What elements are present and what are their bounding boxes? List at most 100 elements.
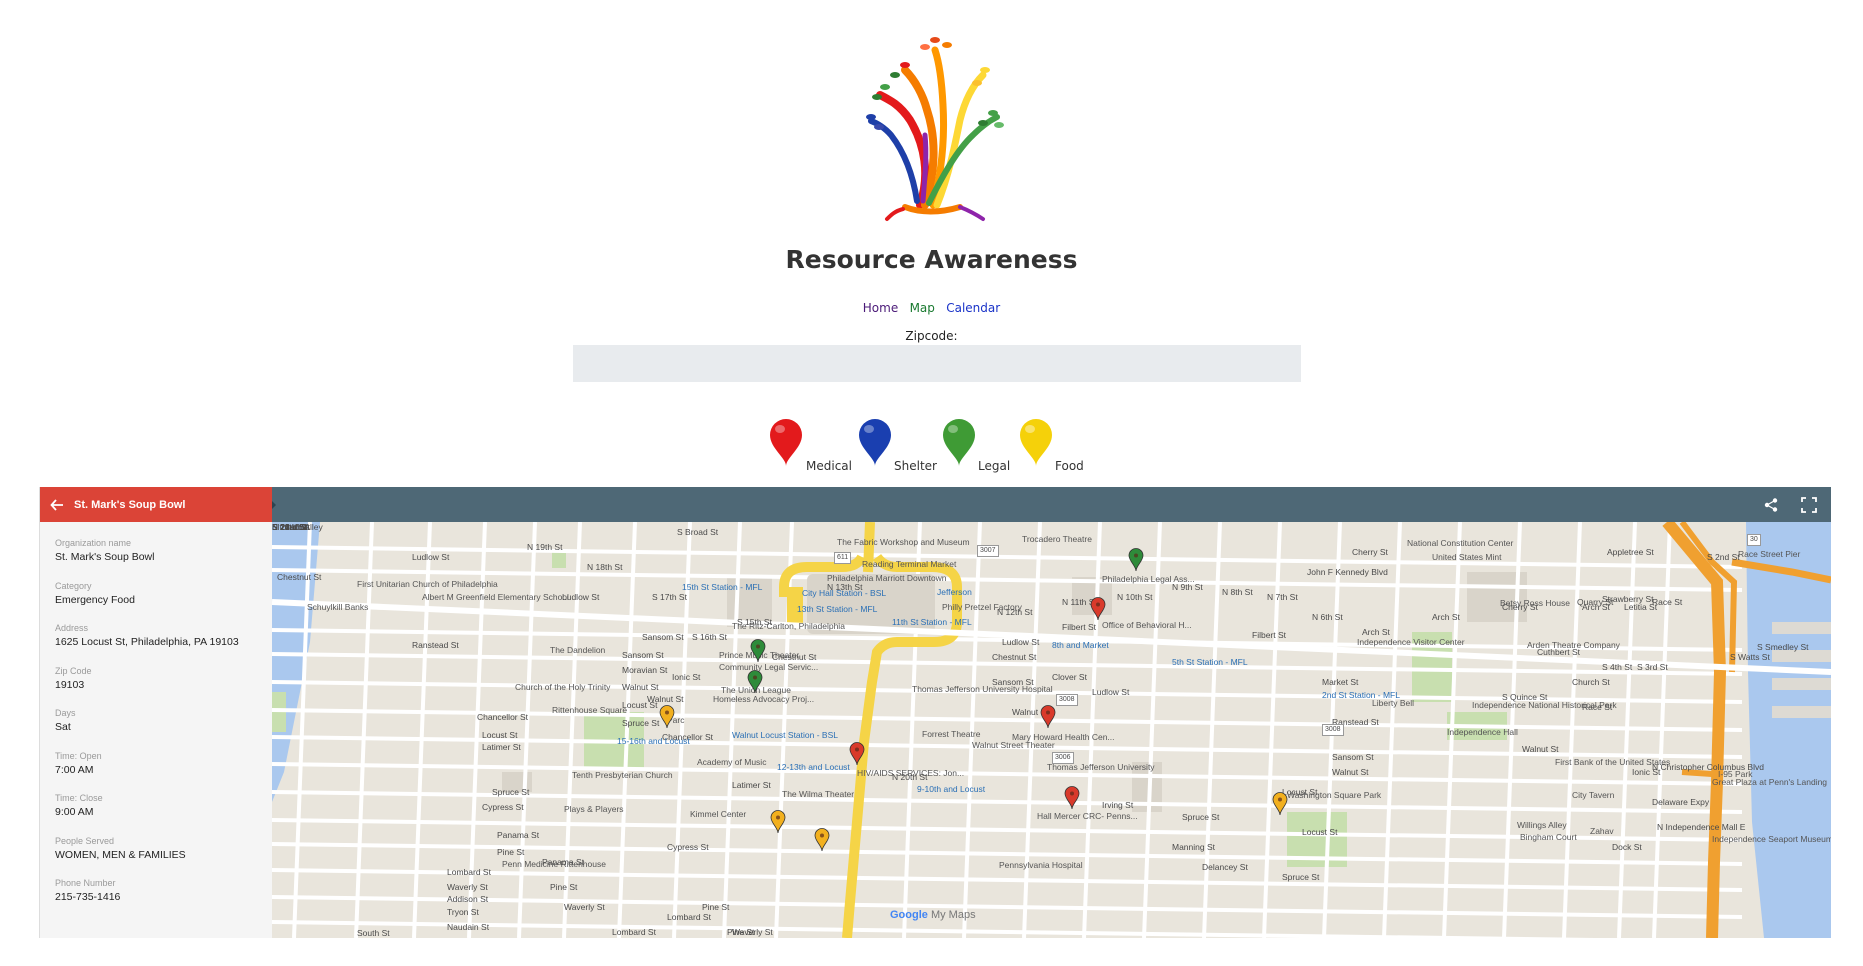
place-label[interactable]: Thomas Jefferson University Hospital <box>912 684 1053 694</box>
street-label: Manning St <box>1172 842 1215 852</box>
place-label[interactable]: Community Legal Servic... <box>719 662 818 672</box>
place-label[interactable]: Albert M Greenfield Elementary School <box>422 592 569 602</box>
medical-marker-icon[interactable] <box>1090 597 1106 621</box>
place-label[interactable]: Penn Medicine Rittenhouse <box>502 859 606 869</box>
street-label: S Watts St <box>1730 652 1770 662</box>
place-label[interactable]: HIV/AIDS SERVICES: Jon... <box>857 768 964 778</box>
street-label: Waverly St <box>564 902 605 912</box>
back-button[interactable] <box>40 487 74 522</box>
street-label: Chancellor St <box>477 712 529 722</box>
panel-title: St. Mark's Soup Bowl <box>74 498 186 511</box>
transit-station-label[interactable]: 8th and Market <box>1052 640 1109 650</box>
street-label: Filbert St <box>1062 622 1097 632</box>
medical-marker-icon[interactable] <box>1064 786 1080 810</box>
place-label[interactable]: Independence Hall <box>1447 727 1518 737</box>
place-label[interactable]: Philly Pretzel Factory <box>942 602 1022 612</box>
place-label[interactable]: Homeless Advocacy Proj... <box>713 694 814 704</box>
place-label[interactable]: Arden Theatre Company <box>1527 640 1620 650</box>
place-label[interactable]: Zahav <box>1590 826 1614 836</box>
place-label[interactable]: Office of Behavioral H... <box>1102 620 1192 630</box>
place-label[interactable]: Forrest Theatre <box>922 729 980 739</box>
transit-station-label[interactable]: Walnut Locust Station - BSL <box>732 730 838 740</box>
transit-station-label[interactable]: 2nd St Station - MFL <box>1322 690 1400 700</box>
food-marker-icon[interactable] <box>770 810 786 834</box>
medical-marker-icon[interactable] <box>849 742 865 766</box>
street-label: N 19th St <box>527 542 563 552</box>
place-label[interactable]: First Unitarian Church of Philadelphia <box>357 579 498 589</box>
route-badge: 3006 <box>1052 752 1074 764</box>
zipcode-label: Zipcode: <box>905 329 958 343</box>
nav-calendar-link[interactable]: Calendar <box>946 301 1000 315</box>
place-label[interactable]: Kimmel Center <box>690 809 746 819</box>
google-wordmark: Google <box>890 909 928 921</box>
transit-station-label[interactable]: 15th St Station - MFL <box>682 582 762 592</box>
place-label[interactable]: The Wilma Theater <box>782 789 854 799</box>
place-label[interactable]: The Fabric Workshop and Museum <box>837 537 970 547</box>
place-label[interactable]: Tenth Presbyterian Church <box>572 770 673 780</box>
place-label[interactable]: Mary Howard Health Cen... <box>1012 732 1115 742</box>
transit-station-label[interactable]: City Hall Station - BSL <box>802 588 886 598</box>
place-label[interactable]: Independence National Historical Park <box>1472 700 1617 710</box>
place-label[interactable]: Independence Visitor Center <box>1357 637 1465 647</box>
transit-station-label[interactable]: 9-10th and Locust <box>917 784 985 794</box>
map-toolbar <box>272 487 1831 522</box>
place-label[interactable]: The Ritz-Carlton, Philadelphia <box>732 621 845 631</box>
food-marker-icon[interactable] <box>1272 792 1288 816</box>
panel-collapse-arrow[interactable] <box>272 501 276 509</box>
street-label: Chestnut St <box>277 572 322 582</box>
street-label: Ranstead St <box>412 640 459 650</box>
transit-station-label[interactable]: 15-16th and Locust <box>617 736 690 746</box>
place-label[interactable]: Pennsylvania Hospital <box>999 860 1083 870</box>
place-label[interactable]: Plays & Players <box>564 804 624 814</box>
food-marker-icon[interactable] <box>659 705 675 729</box>
street-label: N 6th St <box>1312 612 1343 622</box>
place-label[interactable]: Trocadero Theatre <box>1022 534 1092 544</box>
place-label[interactable]: Academy of Music <box>697 757 766 767</box>
place-label[interactable]: Washington Square Park <box>1287 790 1381 800</box>
street-label: Delaware Expy <box>1652 797 1710 807</box>
street-label: Lombard St <box>667 912 711 922</box>
transit-station-label[interactable]: 11th St Station - MFL <box>892 617 972 627</box>
place-label[interactable]: City Tavern <box>1572 790 1614 800</box>
nav-home-link[interactable]: Home <box>863 301 898 315</box>
legal-marker-icon[interactable] <box>750 639 766 663</box>
place-label[interactable]: I-95 Park <box>1718 769 1753 779</box>
map-canvas[interactable]: Chestnut St Ludlow St Ludlow St Ranstead St… <box>272 522 1831 938</box>
street-label: South St <box>357 928 390 938</box>
place-label[interactable]: Church of the Holy Trinity <box>515 682 610 692</box>
place-label[interactable]: Philadelphia Marriott Downtown <box>827 573 947 583</box>
panel-fields: Organization name St. Mark's Soup Bowl Cat… <box>55 537 265 920</box>
place-label[interactable]: Betsy Ross House <box>1500 598 1570 608</box>
place-label[interactable]: The Dandelion <box>550 645 605 655</box>
place-label[interactable]: Bingham Court <box>1520 832 1577 842</box>
route-badge: 3007 <box>977 545 999 557</box>
place-details-panel: St. Mark's Soup Bowl Organization name St… <box>39 487 273 938</box>
place-label[interactable]: Philadelphia Legal Ass... <box>1102 574 1195 584</box>
transit-station-label[interactable]: 13th St Station - MFL <box>797 604 877 614</box>
street-label: S 17th St <box>652 592 687 602</box>
share-icon[interactable] <box>1763 497 1779 513</box>
place-label[interactable]: Race Street Pier <box>1738 549 1800 559</box>
food-marker-icon[interactable] <box>814 828 830 852</box>
place-label[interactable]: First Bank of the United States <box>1555 757 1670 767</box>
zipcode-input[interactable] <box>573 345 1301 382</box>
legal-marker-icon[interactable] <box>747 670 763 694</box>
legal-marker-icon[interactable] <box>1128 548 1144 572</box>
fullscreen-icon[interactable] <box>1801 497 1817 513</box>
transit-station-label[interactable]: Jefferson <box>937 587 972 597</box>
nav-map-link[interactable]: Map <box>910 301 935 315</box>
legend-label-legal: Legal <box>978 459 1011 473</box>
transit-station-label[interactable]: 5th St Station - MFL <box>1172 657 1248 667</box>
transit-station-label[interactable]: 12-13th and Locust <box>777 762 850 772</box>
place-label[interactable]: Independence Seaport Museum <box>1712 834 1831 844</box>
place-label[interactable]: Schuylkill Banks <box>307 602 368 612</box>
place-label[interactable]: United States Mint <box>1432 552 1501 562</box>
medical-marker-icon[interactable] <box>1040 705 1056 729</box>
place-label[interactable]: Rittenhouse Square <box>552 705 627 715</box>
street-label: Cherry St <box>1352 547 1388 557</box>
place-label[interactable]: Reading Terminal Market <box>862 559 956 569</box>
place-label[interactable]: National Constitution Center <box>1407 538 1513 548</box>
place-label[interactable]: Willings Alley <box>1517 820 1567 830</box>
place-label[interactable]: Hall Mercer CRC- Penns... <box>1037 811 1138 821</box>
street-label: Pine St <box>702 902 730 912</box>
